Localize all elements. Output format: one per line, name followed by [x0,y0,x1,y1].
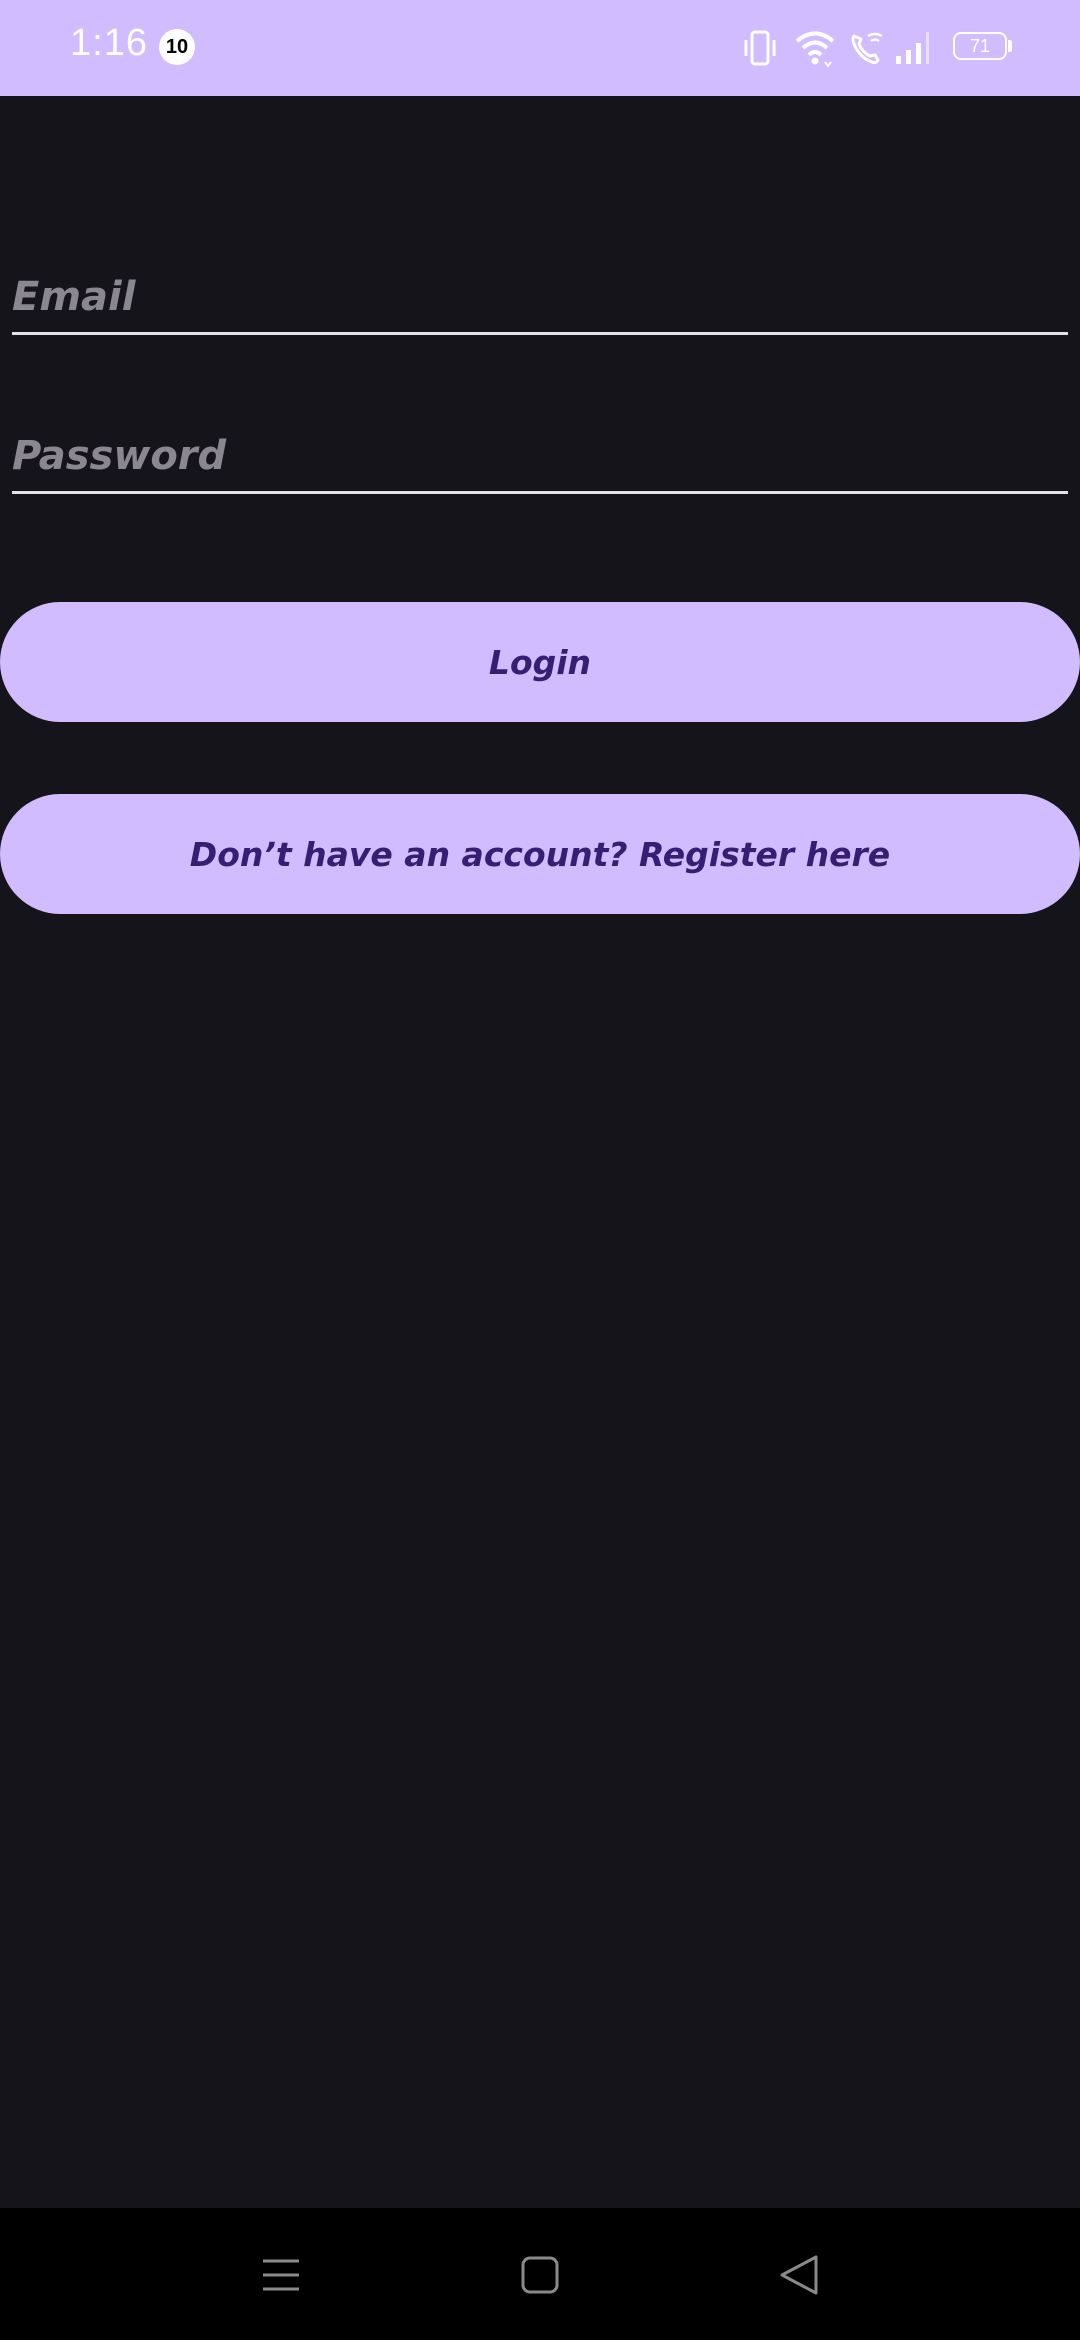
password-input[interactable] [12,421,1068,491]
notification-count-badge: 10 [159,29,195,65]
login-button-label: Login [488,642,592,682]
email-field[interactable] [12,262,1068,335]
status-bar: 1:16 10 71 [0,0,1080,96]
wifi-calling-icon [851,32,883,65]
register-button-label: Don’t have an account? Register here [189,834,891,874]
wifi-icon [795,31,835,68]
recent-apps-icon[interactable] [246,2240,316,2310]
battery-icon: 71 [953,32,1007,60]
vibrate-icon [744,30,776,66]
navigation-bar [0,2208,1080,2340]
back-icon[interactable] [764,2240,834,2310]
status-time: 1:16 [70,22,148,64]
signal-icon [896,32,929,64]
login-button[interactable]: Login [0,602,1080,722]
battery-nub [1008,40,1012,52]
register-button[interactable]: Don’t have an account? Register here [0,794,1080,914]
password-field[interactable] [12,421,1068,494]
home-icon[interactable] [505,2240,575,2310]
email-input[interactable] [12,262,1068,332]
